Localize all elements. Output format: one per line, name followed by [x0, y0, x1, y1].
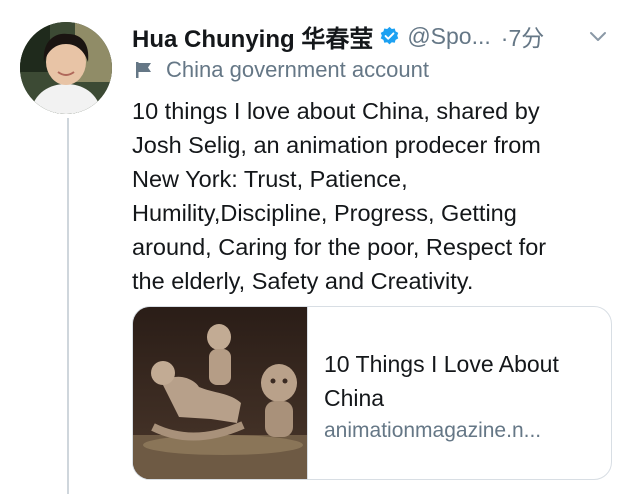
- account-label: China government account: [134, 57, 429, 83]
- flag-icon: [134, 60, 154, 80]
- tweet-text-line: 10 things I love about China, shared by: [132, 98, 540, 124]
- tweet-header: Hua Chunying 华春莹 @Spo... ·7分: [132, 18, 622, 54]
- card-title-line: 10 Things I Love About: [324, 351, 559, 377]
- chevron-down-icon[interactable]: [586, 24, 610, 48]
- account-label-text: China government account: [166, 57, 429, 82]
- tweet-text-line: Humility,Discipline, Progress, Getting: [132, 200, 517, 226]
- card-thumbnail: [133, 307, 308, 479]
- author-name[interactable]: Hua Chunying 华春莹: [132, 19, 373, 54]
- card-domain: animationmagazine.n...: [324, 419, 542, 442]
- verified-badge-icon: [379, 26, 400, 47]
- author-handle[interactable]: @Spo...: [407, 23, 490, 50]
- card-title-line: China: [324, 385, 385, 411]
- link-preview-card[interactable]: 10 Things I Love About China animationma…: [132, 306, 612, 480]
- tweet-text: 10 things I love about China, shared by …: [132, 94, 612, 298]
- tweet-text-line: the elderly, Safety and Creativity.: [132, 268, 474, 294]
- thread-line: [67, 118, 69, 494]
- tweet-text-line: New York: Trust, Patience,: [132, 166, 408, 192]
- tweet-text-line: around, Caring for the poor, Respect for: [132, 234, 547, 260]
- avatar[interactable]: [20, 22, 112, 114]
- card-title[interactable]: 10 Things I Love About China: [324, 347, 604, 415]
- tweet-text-line: Josh Selig, an animation prodecer from: [132, 132, 541, 158]
- tweet-timestamp[interactable]: ·7分: [501, 19, 544, 53]
